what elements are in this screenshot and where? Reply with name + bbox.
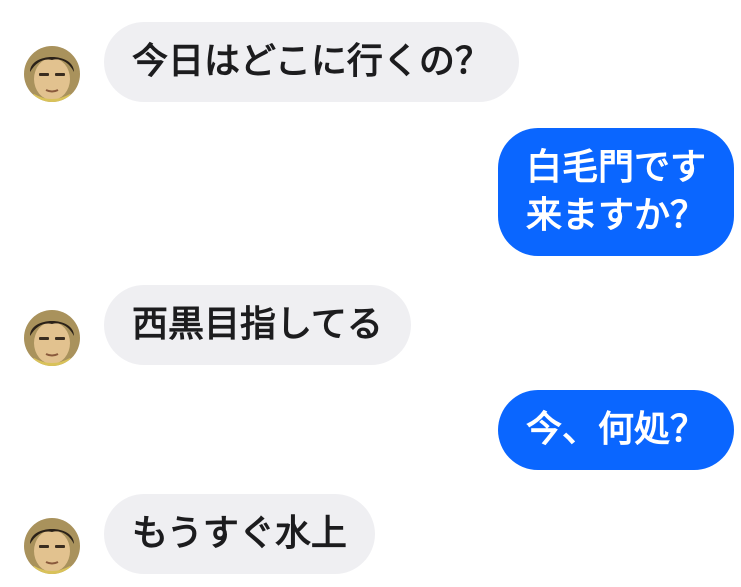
avatar-photo [24,310,80,366]
message-text: 今日はどこに行くの？ [132,41,491,82]
message-text: もうすぐ水上 [132,513,347,554]
message-text-line: 今、何処？ [525,409,706,450]
contact-avatar[interactable] [24,310,80,366]
contact-avatar[interactable] [24,46,80,102]
message-text-line: 来ますか？ [525,195,706,236]
contact-avatar[interactable] [24,518,80,574]
avatar-photo [24,46,80,102]
message-text: 西黒目指してる [132,304,383,345]
message-bubble-incoming[interactable]: 西黒目指してる [104,285,411,365]
message-bubble-outgoing[interactable]: 白毛門です 来ますか？ [497,128,734,256]
message-bubble-incoming[interactable]: もうすぐ水上 [104,494,375,574]
message-text-line: 白毛門です [525,147,706,188]
message-bubble-incoming[interactable]: 今日はどこに行くの？ [104,22,519,102]
avatar-photo [24,518,80,574]
message-bubble-outgoing[interactable]: 今、何処？ [497,390,734,470]
